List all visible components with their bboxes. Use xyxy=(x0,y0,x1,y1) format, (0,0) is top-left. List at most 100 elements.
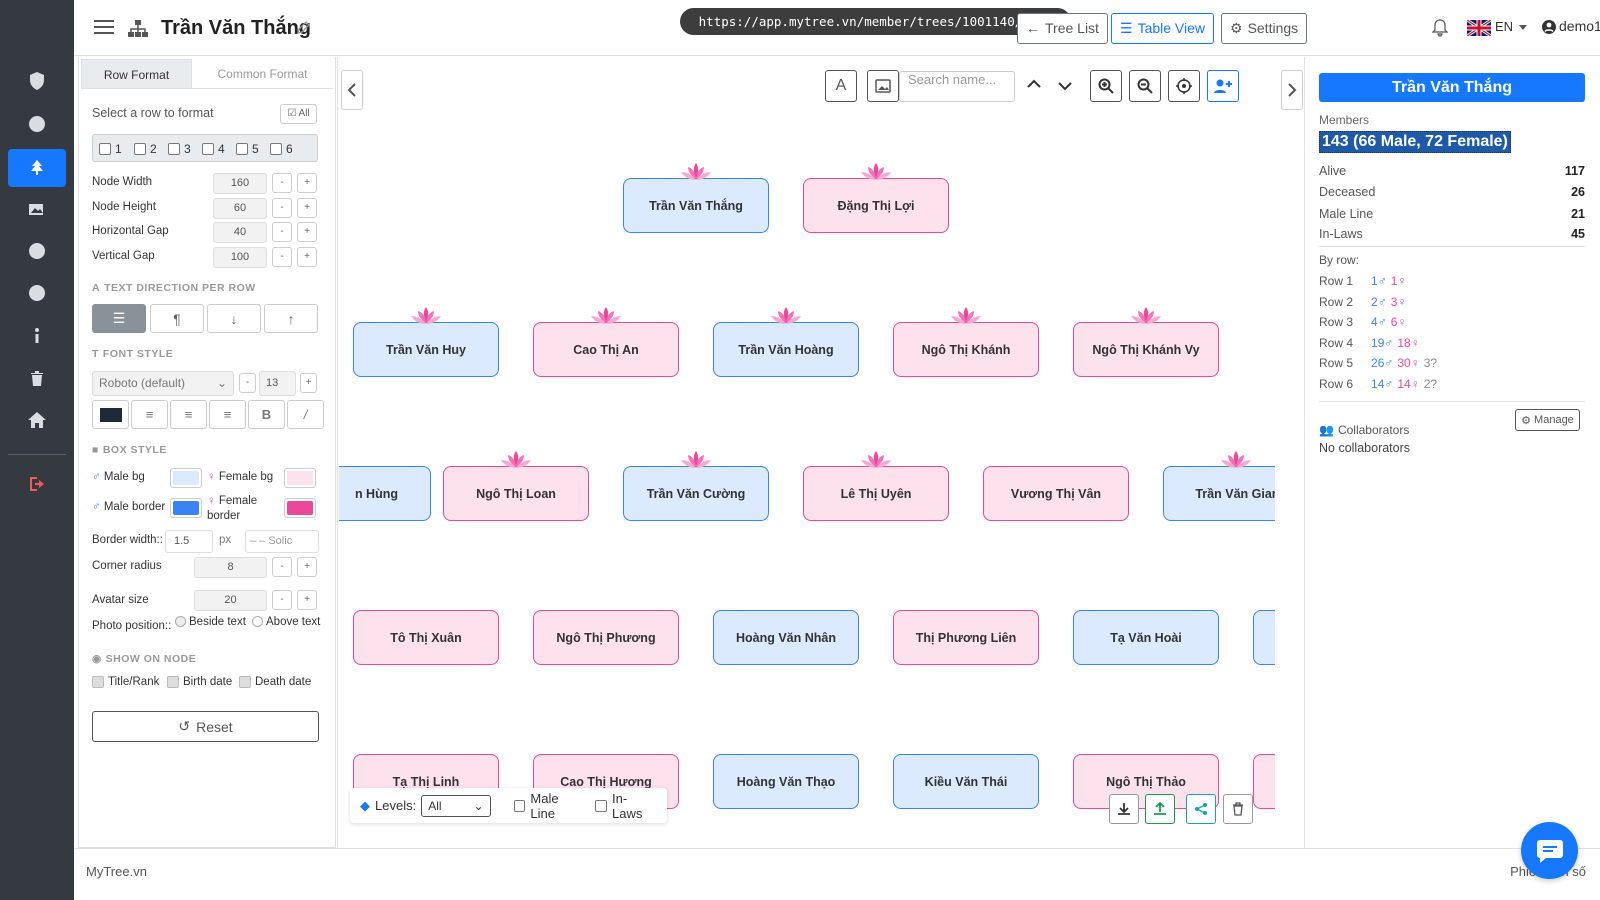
male-border-swatch[interactable] xyxy=(170,498,202,518)
bold-button[interactable]: B xyxy=(248,400,285,429)
images-icon[interactable] xyxy=(8,190,66,228)
collapse-left-button[interactable] xyxy=(341,70,363,110)
direction-paragraph-button[interactable]: ¶ xyxy=(150,304,204,333)
male-bg-swatch[interactable] xyxy=(170,468,202,488)
tree-node[interactable]: Đặng Thị Lợi xyxy=(803,178,949,233)
logout-icon[interactable] xyxy=(8,465,66,503)
all-rows-button[interactable]: ☑ All xyxy=(280,104,317,124)
tree-node[interactable]: Hoàng Văn Nhân xyxy=(713,610,859,665)
tree-node[interactable]: Tạ Văn Hoài xyxy=(1073,610,1219,665)
node-width-input[interactable]: 160 xyxy=(213,173,267,194)
delete-button[interactable] xyxy=(1223,794,1253,824)
tree-node[interactable]: Lê Thị Uyên xyxy=(803,466,949,521)
chevron-up-icon[interactable] xyxy=(1027,79,1041,89)
info-icon[interactable] xyxy=(8,317,66,355)
user-menu[interactable]: demo123@ex... xyxy=(1559,18,1600,34)
upload-button[interactable] xyxy=(1145,794,1175,824)
menu-icon[interactable] xyxy=(94,17,114,37)
avatar-size-increment[interactable]: + xyxy=(297,590,317,610)
tree-node[interactable]: Ngô Thị Phương xyxy=(533,610,679,665)
node-width-decrement[interactable]: - xyxy=(272,173,292,193)
row-6-checkbox[interactable]: 6 xyxy=(270,142,293,156)
tree-node[interactable]: Kiều Văn Thái xyxy=(893,754,1039,809)
tree-node[interactable] xyxy=(1253,610,1275,665)
avatar-size-decrement[interactable]: - xyxy=(272,590,292,610)
search-input[interactable]: Search name... xyxy=(899,71,1015,102)
tree-canvas[interactable]: A Search name... Trần Văn Thắng Đặng Thị … xyxy=(339,57,1275,848)
hgap-input[interactable]: 40 xyxy=(213,222,267,243)
death-date-checkbox[interactable]: Death date xyxy=(239,676,311,688)
zoom-in-button[interactable] xyxy=(1090,70,1122,102)
tab-row-format[interactable]: Row Format xyxy=(81,59,192,89)
hgap-decrement[interactable]: - xyxy=(272,222,292,242)
tree-node[interactable] xyxy=(1253,754,1275,809)
tree-node[interactable]: Tô Thị Xuân xyxy=(353,610,499,665)
vgap-decrement[interactable]: - xyxy=(272,247,292,267)
vgap-increment[interactable]: + xyxy=(297,247,317,267)
font-toggle-button[interactable]: A xyxy=(825,70,857,102)
zoom-out-button[interactable] xyxy=(1129,70,1161,102)
corner-radius-decrement[interactable]: - xyxy=(272,557,292,577)
download-button[interactable] xyxy=(1109,794,1139,824)
add-person-button[interactable] xyxy=(1207,70,1239,102)
tree-node[interactable]: Cao Thị An xyxy=(533,322,679,377)
tree-node[interactable]: Hoàng Văn Thạo xyxy=(713,754,859,809)
node-height-increment[interactable]: + xyxy=(297,198,317,218)
align-right-button[interactable]: ≡ xyxy=(209,400,246,429)
row-5-checkbox[interactable]: 5 xyxy=(236,142,259,156)
male-line-checkbox[interactable] xyxy=(513,799,526,812)
chat-button[interactable] xyxy=(1521,822,1578,879)
tree-node[interactable]: Ngô Thị Khánh xyxy=(893,322,1039,377)
align-center-button[interactable]: ≡ xyxy=(170,400,207,429)
tree-node[interactable]: Ngô Thị Khánh Vy xyxy=(1073,322,1219,377)
settings-button[interactable]: ⚙ Settings xyxy=(1221,13,1308,44)
row-4-checkbox[interactable]: 4 xyxy=(202,142,225,156)
user-circle-icon[interactable] xyxy=(8,232,66,270)
node-width-increment[interactable]: + xyxy=(297,173,317,193)
font-size-increment[interactable]: + xyxy=(300,373,317,393)
chevron-down-icon[interactable] xyxy=(1058,81,1072,91)
tree-node[interactable]: Trần Văn Giar xyxy=(1163,466,1275,521)
share-button[interactable] xyxy=(1186,794,1216,824)
image-toggle-button[interactable] xyxy=(867,70,899,102)
corner-radius-increment[interactable]: + xyxy=(297,557,317,577)
tree-list-button[interactable]: ← Tree List xyxy=(1017,13,1108,44)
tab-common-format[interactable]: Common Format xyxy=(192,59,333,89)
node-height-input[interactable]: 60 xyxy=(213,198,267,219)
hgap-increment[interactable]: + xyxy=(297,222,317,242)
border-width-input[interactable]: 1.5 xyxy=(165,530,213,553)
collapse-right-button[interactable] xyxy=(1281,70,1303,110)
photo-beside-radio[interactable]: Beside text xyxy=(175,616,246,628)
row-2-checkbox[interactable]: 2 xyxy=(134,142,157,156)
direction-up-button[interactable]: ↑ xyxy=(264,304,318,333)
tree-node[interactable]: Trần Văn Huy xyxy=(353,322,499,377)
reset-button[interactable]: ↺ Reset xyxy=(92,711,319,742)
tree-node[interactable]: Ngô Thị Loan xyxy=(443,466,589,521)
uk-flag-icon[interactable] xyxy=(1467,20,1491,36)
center-button[interactable] xyxy=(1168,70,1200,102)
align-left-button[interactable]: ≡ xyxy=(131,400,168,429)
tree-node[interactable]: Trần Văn Cường xyxy=(623,466,769,521)
shield-icon[interactable] xyxy=(8,62,66,100)
table-view-button[interactable]: ☰ Table View xyxy=(1111,13,1215,44)
manage-collaborators-button[interactable]: ⚙ Manage xyxy=(1515,409,1580,431)
user-icon[interactable] xyxy=(8,274,66,312)
avatar-size-input[interactable]: 20 xyxy=(194,590,267,611)
in-laws-checkbox[interactable] xyxy=(595,799,607,812)
trash-icon[interactable] xyxy=(8,359,66,397)
tree-node[interactable]: Vương Thị Vân xyxy=(983,466,1129,521)
tree-node[interactable]: Trần Văn Hoàng xyxy=(713,322,859,377)
row-1-checkbox[interactable]: 1 xyxy=(99,142,122,156)
node-height-decrement[interactable]: - xyxy=(272,198,292,218)
female-border-swatch[interactable] xyxy=(284,498,316,518)
chevron-down-icon[interactable] xyxy=(1519,25,1527,30)
birth-date-checkbox[interactable]: Birth date xyxy=(167,676,232,688)
edit-icon[interactable] xyxy=(296,21,310,35)
title-rank-checkbox[interactable]: Title/Rank xyxy=(92,676,159,688)
bell-icon[interactable] xyxy=(1432,19,1448,37)
tree-icon[interactable] xyxy=(8,149,66,187)
female-bg-swatch[interactable] xyxy=(284,468,316,488)
language-selector[interactable]: EN xyxy=(1495,19,1513,34)
vgap-input[interactable]: 100 xyxy=(213,247,267,268)
tree-node[interactable]: Trần Văn Thắng xyxy=(623,178,769,233)
